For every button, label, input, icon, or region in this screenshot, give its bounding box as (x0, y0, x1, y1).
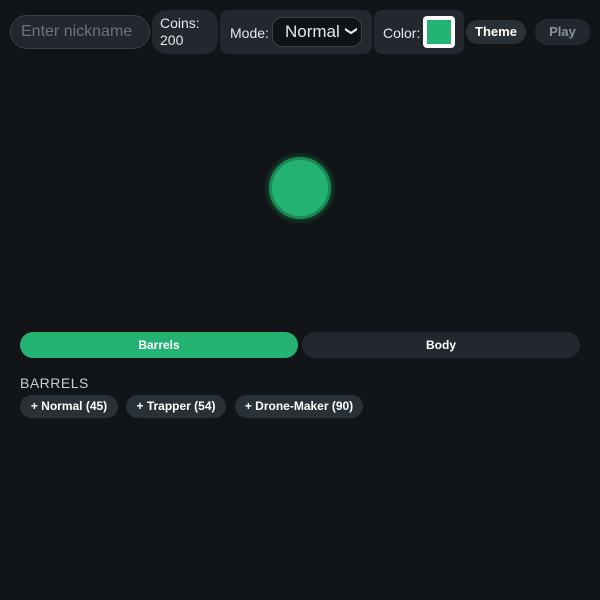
upgrade-panel (10, 320, 590, 600)
section-title: BARRELS (20, 375, 89, 391)
nickname-input[interactable] (10, 15, 150, 49)
barrel-item-normal[interactable]: + Normal (45) (20, 395, 118, 418)
coins-value: 200 (160, 32, 184, 48)
barrel-item-trapper[interactable]: + Trapper (54) (126, 395, 226, 418)
play-button[interactable]: Play (535, 19, 590, 45)
color-picker[interactable] (423, 16, 455, 48)
tank-preview (269, 157, 331, 219)
mode-label: Mode: (230, 25, 269, 41)
coins-label: Coins: (160, 15, 200, 31)
mode-select[interactable]: Normal ❮ (272, 17, 362, 47)
color-group: Color: (374, 10, 464, 54)
color-swatch (427, 20, 451, 44)
mode-selected-value: Normal (285, 22, 340, 41)
chevron-down-icon: ❮ (342, 25, 357, 37)
mode-group: Mode: Normal ❮ (220, 10, 372, 54)
barrel-item-drone-maker[interactable]: + Drone-Maker (90) (235, 395, 363, 418)
color-label: Color: (383, 25, 421, 41)
top-bar: Coins: 200 Mode: Normal ❮ Color: Theme P… (0, 0, 600, 64)
tab-body[interactable]: Body (302, 332, 580, 358)
tab-barrels[interactable]: Barrels (20, 332, 298, 358)
theme-button[interactable]: Theme (466, 20, 526, 44)
coins-display: Coins: 200 (152, 10, 218, 54)
